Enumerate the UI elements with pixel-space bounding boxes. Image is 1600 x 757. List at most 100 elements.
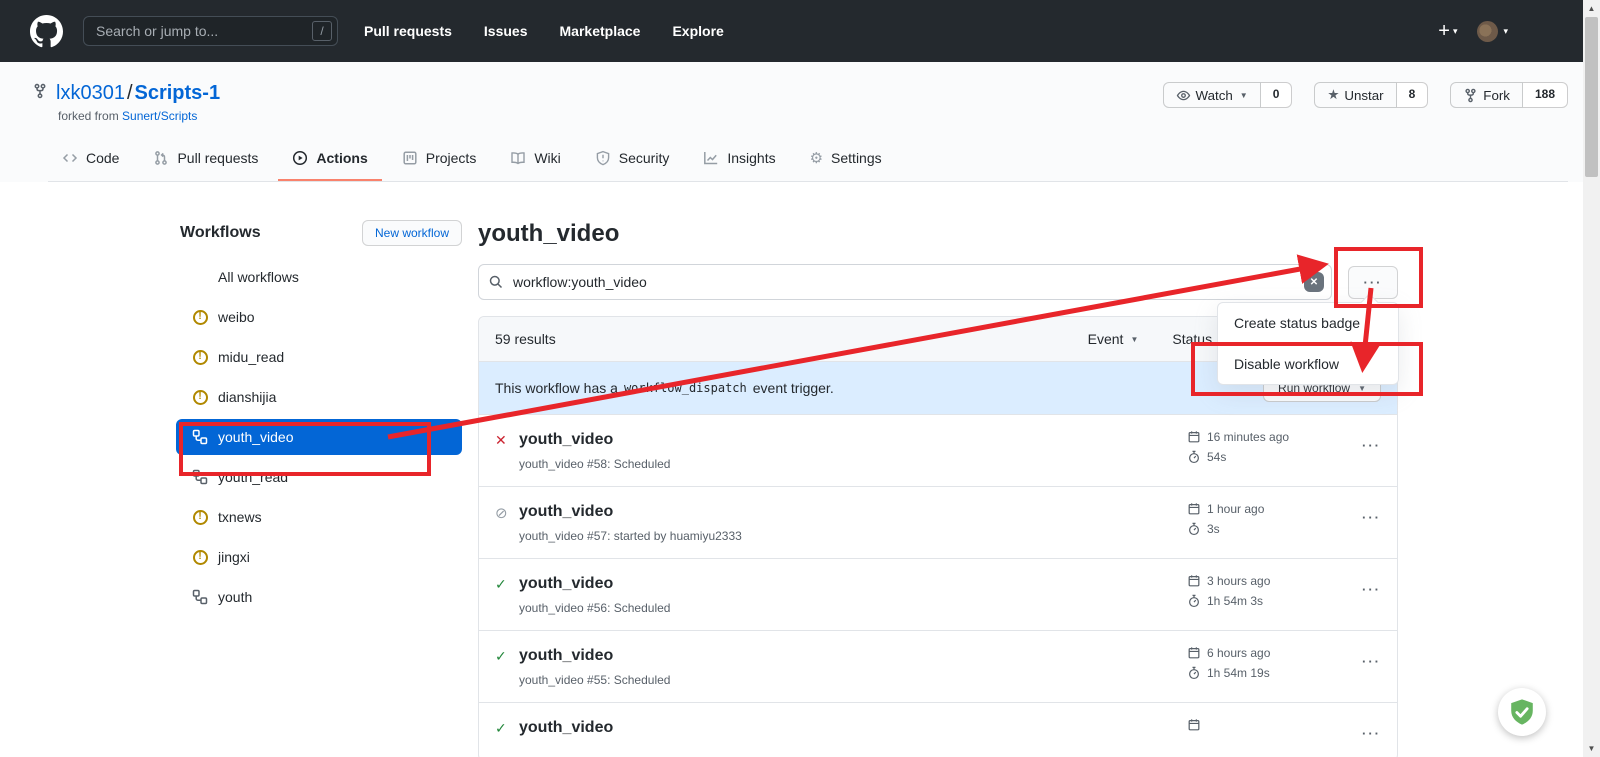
unstar-button[interactable]: ★ Unstar xyxy=(1314,82,1396,108)
forked-from-link[interactable]: Sunert/Scripts xyxy=(122,109,197,123)
menu-item-disable-workflow[interactable]: Disable workflow xyxy=(1218,343,1398,384)
run-row[interactable]: ✓ youth_video ··· xyxy=(479,703,1397,757)
run-title[interactable]: youth_video xyxy=(519,502,742,522)
navbar-links: Pull requests Issues Marketplace Explore xyxy=(364,23,724,39)
run-options-kebab[interactable]: ··· xyxy=(1347,582,1381,597)
sidebar-item-midu-read[interactable]: ! midu_read xyxy=(176,339,462,375)
run-options-kebab[interactable]: ··· xyxy=(1347,438,1381,453)
event-filter[interactable]: Event▼ xyxy=(1088,331,1139,347)
stopwatch-icon xyxy=(1187,450,1201,464)
sidebar-item-dianshijia[interactable]: ! dianshijia xyxy=(176,379,462,415)
search-icon xyxy=(488,274,504,295)
caret-down-icon: ▾ xyxy=(1453,26,1458,37)
calendar-icon xyxy=(1187,502,1201,516)
run-title[interactable]: youth_video xyxy=(519,646,670,666)
run-duration: 1h 54m 19s xyxy=(1207,666,1270,680)
clear-search-button[interactable]: ✕ xyxy=(1304,272,1324,292)
run-title[interactable]: youth_video xyxy=(519,574,670,594)
watch-button[interactable]: Watch ▼ xyxy=(1163,82,1261,108)
tab-insights[interactable]: Insights xyxy=(689,137,789,181)
nav-link-issues[interactable]: Issues xyxy=(484,23,528,39)
book-icon xyxy=(510,150,526,166)
nav-link-pull-requests[interactable]: Pull requests xyxy=(364,23,452,39)
nav-link-marketplace[interactable]: Marketplace xyxy=(560,23,641,39)
run-duration: 1h 54m 3s xyxy=(1207,594,1263,608)
repo-forked-icon xyxy=(32,82,48,105)
avatar xyxy=(1477,21,1498,42)
workflow-label: weibo xyxy=(218,309,255,325)
stopwatch-icon xyxy=(1187,666,1201,680)
tab-actions[interactable]: Actions xyxy=(278,137,381,181)
success-check-icon: ✓ xyxy=(495,576,513,593)
gear-icon: ⚙ xyxy=(810,151,823,166)
star-count[interactable]: 8 xyxy=(1397,82,1429,108)
create-new-menu[interactable]: +▾ xyxy=(1438,20,1457,43)
run-duration: 54s xyxy=(1207,450,1226,464)
github-logo-icon[interactable] xyxy=(30,15,63,48)
pull-request-icon xyxy=(153,150,169,166)
run-title[interactable]: youth_video xyxy=(519,430,670,450)
workflow-label: youth_video xyxy=(218,429,294,445)
repo-tab-nav: Code Pull requests Actions Projects Wiki xyxy=(48,137,1568,182)
fork-count[interactable]: 188 xyxy=(1523,82,1568,108)
tab-pull-requests[interactable]: Pull requests xyxy=(139,137,272,181)
repo-separator: / xyxy=(127,82,133,104)
run-time: 6 hours ago xyxy=(1207,646,1270,660)
run-options-kebab[interactable]: ··· xyxy=(1347,726,1381,741)
tab-settings[interactable]: ⚙ Settings xyxy=(796,137,896,181)
sidebar-item-youth-video[interactable]: youth_video xyxy=(176,419,462,455)
user-menu[interactable]: ▾ xyxy=(1477,21,1508,42)
tab-security[interactable]: Security xyxy=(581,137,684,181)
stopwatch-icon xyxy=(1187,522,1201,536)
run-options-kebab[interactable]: ··· xyxy=(1347,510,1381,525)
warning-icon: ! xyxy=(192,549,208,565)
warning-icon: ! xyxy=(192,309,208,325)
event-trigger-code: workflow_dispatch xyxy=(624,381,747,395)
workflow-label: youth xyxy=(218,589,252,605)
run-time: 1 hour ago xyxy=(1207,502,1264,516)
sidebar-item-youth[interactable]: youth xyxy=(176,579,462,615)
new-workflow-button[interactable]: New workflow xyxy=(362,220,462,246)
scrollbar-thumb[interactable] xyxy=(1585,17,1598,177)
calendar-icon xyxy=(1187,574,1201,588)
run-options-kebab[interactable]: ··· xyxy=(1347,654,1381,669)
sidebar-item-all-workflows[interactable]: All workflows xyxy=(176,259,462,295)
forked-from-line: forked from Sunert/Scripts xyxy=(58,109,220,123)
run-title[interactable]: youth_video xyxy=(519,718,613,738)
workflow-runs-panel: youth_video ✕ ··· 59 results Event▼ xyxy=(478,220,1398,757)
menu-item-create-status-badge[interactable]: Create status badge xyxy=(1218,303,1398,343)
tab-code[interactable]: Code xyxy=(48,137,133,181)
watch-count[interactable]: 0 xyxy=(1261,82,1293,108)
repo-name-link[interactable]: Scripts-1 xyxy=(135,82,221,104)
workflow-options-kebab-button[interactable]: ··· xyxy=(1348,266,1398,299)
sidebar-item-weibo[interactable]: ! weibo xyxy=(176,299,462,335)
run-row[interactable]: ✓ youth_video youth_video #55: Scheduled… xyxy=(479,631,1397,703)
run-row[interactable]: ✕ youth_video youth_video #58: Scheduled… xyxy=(479,415,1397,487)
eye-icon xyxy=(1176,88,1191,103)
global-search-input[interactable] xyxy=(83,16,338,46)
success-check-icon: ✓ xyxy=(495,720,513,737)
nav-link-explore[interactable]: Explore xyxy=(672,23,723,39)
workflows-sidebar: Workflows New workflow All workflows ! w… xyxy=(176,220,462,757)
scroll-up-arrow-icon[interactable]: ▲ xyxy=(1583,0,1600,17)
runs-search-input[interactable] xyxy=(478,264,1332,300)
caret-down-icon: ▼ xyxy=(1240,91,1248,100)
calendar-icon xyxy=(1187,430,1201,444)
sidebar-item-txnews[interactable]: ! txnews xyxy=(176,499,462,535)
adguard-shield-icon[interactable] xyxy=(1498,688,1546,736)
fork-button[interactable]: Fork xyxy=(1450,82,1523,108)
scroll-down-arrow-icon[interactable]: ▼ xyxy=(1583,740,1600,757)
run-row[interactable]: ✓ youth_video youth_video #56: Scheduled… xyxy=(479,559,1397,631)
sidebar-item-jingxi[interactable]: ! jingxi xyxy=(176,539,462,575)
run-row[interactable]: ⊘ youth_video youth_video #57: started b… xyxy=(479,487,1397,559)
repo-owner-link[interactable]: lxk0301 xyxy=(56,82,125,104)
actions-layout: Workflows New workflow All workflows ! w… xyxy=(176,182,1398,757)
browser-scrollbar[interactable]: ▲ ▼ xyxy=(1583,0,1600,757)
caret-down-icon: ▾ xyxy=(1503,26,1508,37)
tab-projects[interactable]: Projects xyxy=(388,137,491,181)
navbar-right: +▾ ▾ xyxy=(1438,20,1568,43)
sidebar-item-youth-read[interactable]: youth_read xyxy=(176,459,462,495)
run-time: 3 hours ago xyxy=(1207,574,1270,588)
star-icon: ★ xyxy=(1327,87,1339,103)
tab-wiki[interactable]: Wiki xyxy=(496,137,574,181)
